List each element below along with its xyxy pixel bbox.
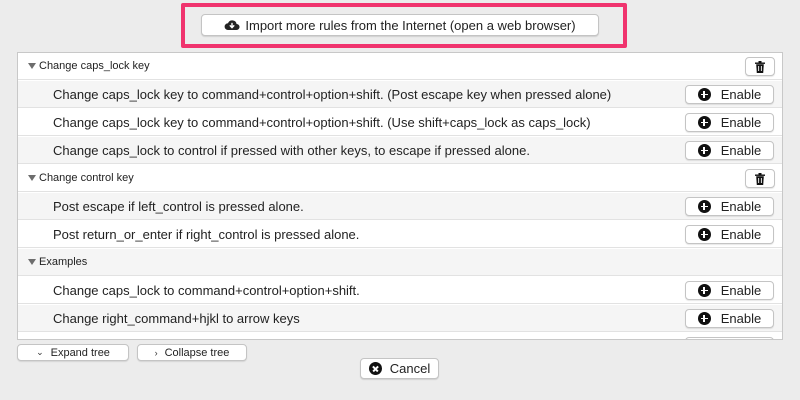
enable-rule-button[interactable]: Enable bbox=[685, 85, 774, 104]
disclosure-triangle-icon[interactable] bbox=[28, 175, 36, 181]
trash-icon bbox=[755, 60, 765, 73]
rule-description: Post return_or_enter if right_control is… bbox=[53, 226, 360, 242]
plus-circle-icon bbox=[697, 200, 711, 213]
close-circle-icon bbox=[368, 362, 382, 375]
group-row-examples[interactable]: Examples bbox=[18, 249, 782, 276]
enable-rule-button[interactable] bbox=[685, 337, 774, 339]
expand-tree-button[interactable]: ⌄ Expand tree bbox=[17, 344, 129, 361]
import-rules-label: Import more rules from the Internet (ope… bbox=[245, 17, 576, 33]
plus-circle-icon bbox=[697, 116, 711, 129]
plus-circle-icon bbox=[697, 88, 711, 101]
enable-label: Enable bbox=[720, 199, 762, 214]
enable-rule-button[interactable]: Enable bbox=[685, 197, 774, 216]
collapse-tree-button[interactable]: › Collapse tree bbox=[137, 344, 247, 361]
plus-circle-icon bbox=[697, 312, 711, 325]
rule-row: Change caps_lock key to command+control+… bbox=[18, 81, 782, 108]
plus-circle-icon bbox=[697, 144, 711, 157]
trash-icon bbox=[755, 172, 765, 185]
enable-label: Enable bbox=[720, 87, 762, 102]
plus-circle-icon bbox=[697, 228, 711, 241]
plus-circle-icon bbox=[697, 284, 711, 297]
enable-label: Enable bbox=[720, 115, 762, 130]
disclosure-triangle-icon[interactable] bbox=[28, 259, 36, 265]
rule-description: Change caps_lock to command+control+opti… bbox=[53, 282, 360, 298]
group-title: Change control key bbox=[39, 172, 134, 184]
rule-row: Change caps_lock to control if pressed w… bbox=[18, 137, 782, 164]
enable-rule-button[interactable]: Enable bbox=[685, 141, 774, 160]
rule-row: Change caps_lock key to command+control+… bbox=[18, 109, 782, 136]
disclosure-triangle-icon[interactable] bbox=[28, 63, 36, 69]
delete-group-button[interactable] bbox=[745, 57, 775, 76]
enable-rule-button[interactable]: Enable bbox=[685, 281, 774, 300]
rule-description: Change caps_lock to control if pressed w… bbox=[53, 142, 530, 158]
rule-description: Change caps_lock key to command+control+… bbox=[53, 114, 591, 130]
rule-row: Post escape if left_control is pressed a… bbox=[18, 193, 782, 220]
enable-label: Enable bbox=[720, 227, 762, 242]
rule-description: Post escape if left_control is pressed a… bbox=[53, 198, 304, 214]
rule-row: Change caps_lock to command+control+opti… bbox=[18, 277, 782, 304]
group-row-caps-lock[interactable]: Change caps_lock key bbox=[18, 53, 782, 80]
rule-description: Change caps_lock key to command+control+… bbox=[53, 86, 612, 102]
rules-tree: Change caps_lock key Change caps_lock ke… bbox=[17, 52, 783, 340]
chevron-right-icon: › bbox=[154, 347, 158, 358]
enable-label: Enable bbox=[720, 143, 762, 158]
group-title: Examples bbox=[39, 256, 88, 268]
enable-rule-button[interactable]: Enable bbox=[685, 225, 774, 244]
group-title: Change caps_lock key bbox=[39, 60, 150, 72]
cancel-button[interactable]: Cancel bbox=[360, 358, 439, 379]
rule-row: Post return_or_enter if right_control is… bbox=[18, 221, 782, 248]
expand-tree-label: Expand tree bbox=[50, 346, 110, 359]
rule-row: Change right_command+hjkl to arrow keys … bbox=[18, 305, 782, 332]
enable-label: Enable bbox=[720, 283, 762, 298]
group-row-control[interactable]: Change control key bbox=[18, 165, 782, 192]
chevron-down-icon: ⌄ bbox=[36, 347, 44, 357]
collapse-tree-label: Collapse tree bbox=[164, 346, 230, 359]
delete-group-button[interactable] bbox=[745, 169, 775, 188]
import-rules-button[interactable]: Import more rules from the Internet (ope… bbox=[201, 14, 599, 36]
cancel-label: Cancel bbox=[389, 361, 431, 376]
rule-description: Change right_command+hjkl to arrow keys bbox=[53, 310, 300, 326]
enable-rule-button[interactable]: Enable bbox=[685, 309, 774, 328]
cloud-download-icon bbox=[224, 20, 240, 31]
rule-row-partial bbox=[18, 333, 782, 339]
enable-rule-button[interactable]: Enable bbox=[685, 113, 774, 132]
enable-label: Enable bbox=[720, 311, 762, 326]
